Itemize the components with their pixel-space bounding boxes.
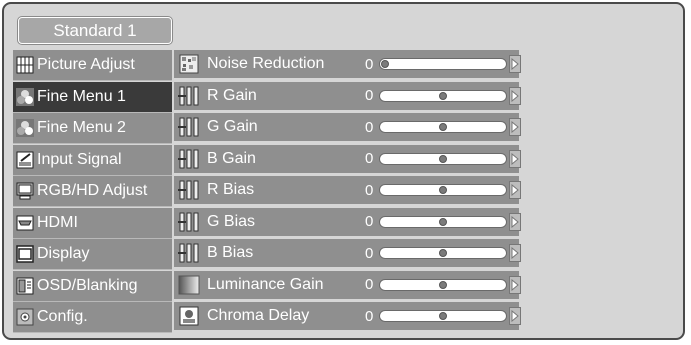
right-arrow-icon[interactable] (509, 212, 521, 231)
setting-label: Chroma Delay (207, 307, 310, 324)
setting-slider[interactable] (379, 278, 507, 291)
osd-panel-icon (15, 276, 35, 296)
chroma-icon (177, 306, 201, 326)
level-bars-icon (177, 149, 201, 169)
setting-label: Noise Reduction (207, 55, 325, 72)
right-arrow-icon[interactable] (509, 55, 521, 73)
setting-slider[interactable] (379, 215, 507, 228)
sidebar-item-label: Picture Adjust (37, 56, 135, 73)
setting-row-b-bias[interactable]: B Bias 0 (174, 239, 521, 267)
setting-value: 0 (365, 307, 374, 325)
right-arrow-icon[interactable] (509, 244, 521, 262)
setting-value: 0 (365, 213, 374, 230)
sidebar-item-label: Input Signal (37, 150, 122, 168)
setting-slider[interactable] (379, 310, 507, 322)
sidebar-item-config[interactable]: Config. (13, 302, 172, 333)
setting-row-g-bias[interactable]: G Bias 0 (174, 207, 521, 236)
right-arrow-icon[interactable] (509, 118, 521, 136)
document-pencil-icon (15, 150, 35, 170)
screen-frame-icon (15, 244, 35, 264)
setting-row-luminance-gain[interactable]: Luminance Gain 0 (174, 270, 521, 299)
slider-knob[interactable] (439, 312, 447, 320)
right-arrow-icon[interactable] (509, 181, 521, 199)
right-arrow-icon[interactable] (509, 275, 521, 294)
setting-label: B Gain (207, 149, 256, 167)
setting-slider[interactable] (379, 184, 507, 196)
sidebar-item-label: Display (37, 245, 90, 262)
sidebar-item-fine-menu-2[interactable]: Fine Menu 2 (13, 113, 172, 144)
sidebar-item-label: HDMI (37, 213, 78, 231)
setting-slider[interactable] (379, 247, 507, 259)
picture-mode-tab[interactable]: Standard 1 (18, 17, 172, 44)
slider-knob[interactable] (439, 280, 447, 289)
setting-value: 0 (365, 276, 374, 293)
setting-value: 0 (365, 118, 374, 136)
setting-value: 0 (365, 87, 374, 104)
right-arrow-icon[interactable] (509, 86, 521, 105)
sidebar-item-label: Fine Menu 1 (37, 87, 126, 105)
setting-label: B Bias (207, 244, 254, 261)
slider-knob[interactable] (439, 186, 447, 194)
level-bars-icon (177, 86, 201, 106)
color-circles-icon (15, 118, 35, 138)
setting-value: 0 (365, 244, 374, 262)
right-arrow-icon[interactable] (509, 307, 521, 325)
level-bars-icon (177, 117, 201, 137)
sidebar-item-label: OSD/Blanking (37, 276, 138, 294)
sidebar-item-picture-adjust[interactable]: Picture Adjust (13, 50, 172, 81)
sidebar-item-display[interactable]: Display (13, 239, 172, 270)
level-bars-icon (177, 212, 201, 232)
setting-label: R Gain (207, 86, 257, 104)
right-arrow-icon[interactable] (509, 149, 521, 168)
config-gear-icon (15, 307, 35, 327)
setting-row-g-gain[interactable]: G Gain 0 (174, 113, 521, 141)
monitor-icon (15, 181, 35, 201)
grid-icon (15, 55, 35, 75)
sidebar-item-label: Fine Menu 2 (37, 119, 126, 136)
slider-knob[interactable] (439, 123, 447, 131)
setting-label: R Bias (207, 181, 255, 198)
level-bars-icon (177, 243, 201, 263)
sidebar-item-input-signal[interactable]: Input Signal (13, 144, 172, 176)
setting-row-r-gain[interactable]: R Gain 0 (174, 81, 521, 110)
sidebar-item-label: Config. (37, 308, 88, 325)
setting-row-b-gain[interactable]: B Gain 0 (174, 144, 521, 173)
setting-label: Luminance Gain (207, 275, 324, 293)
slider-knob[interactable] (439, 91, 447, 100)
sidebar-item-osd-blanking[interactable]: OSD/Blanking (13, 270, 172, 302)
level-bars-icon (177, 180, 201, 200)
setting-slider[interactable] (379, 89, 507, 102)
slider-knob[interactable] (439, 154, 447, 163)
setting-label: G Gain (207, 118, 258, 135)
sidebar-item-rgb-hd-adjust[interactable]: RGB/HD Adjust (13, 176, 172, 207)
sidebar-item-hdmi[interactable]: HDMI (13, 207, 172, 239)
luminance-icon (177, 275, 201, 295)
slider-knob[interactable] (439, 249, 447, 257)
sidebar-item-fine-menu-1[interactable]: Fine Menu 1 (13, 81, 172, 113)
setting-slider[interactable] (379, 58, 507, 70)
setting-label: G Bias (207, 212, 256, 230)
setting-row-noise-reduction[interactable]: Noise Reduction 0 (174, 50, 521, 78)
setting-slider[interactable] (379, 152, 507, 165)
setting-value: 0 (365, 181, 374, 199)
setting-slider[interactable] (379, 121, 507, 133)
setting-value: 0 (365, 150, 374, 167)
noise-icon (177, 54, 201, 74)
setting-row-r-bias[interactable]: R Bias 0 (174, 176, 521, 204)
color-circles-icon (15, 87, 35, 107)
setting-value: 0 (365, 55, 374, 73)
hdmi-port-icon (15, 213, 35, 233)
setting-row-chroma-delay[interactable]: Chroma Delay 0 (174, 302, 521, 330)
slider-knob[interactable] (381, 60, 389, 68)
slider-knob[interactable] (439, 217, 447, 226)
sidebar-item-label: RGB/HD Adjust (37, 182, 148, 199)
